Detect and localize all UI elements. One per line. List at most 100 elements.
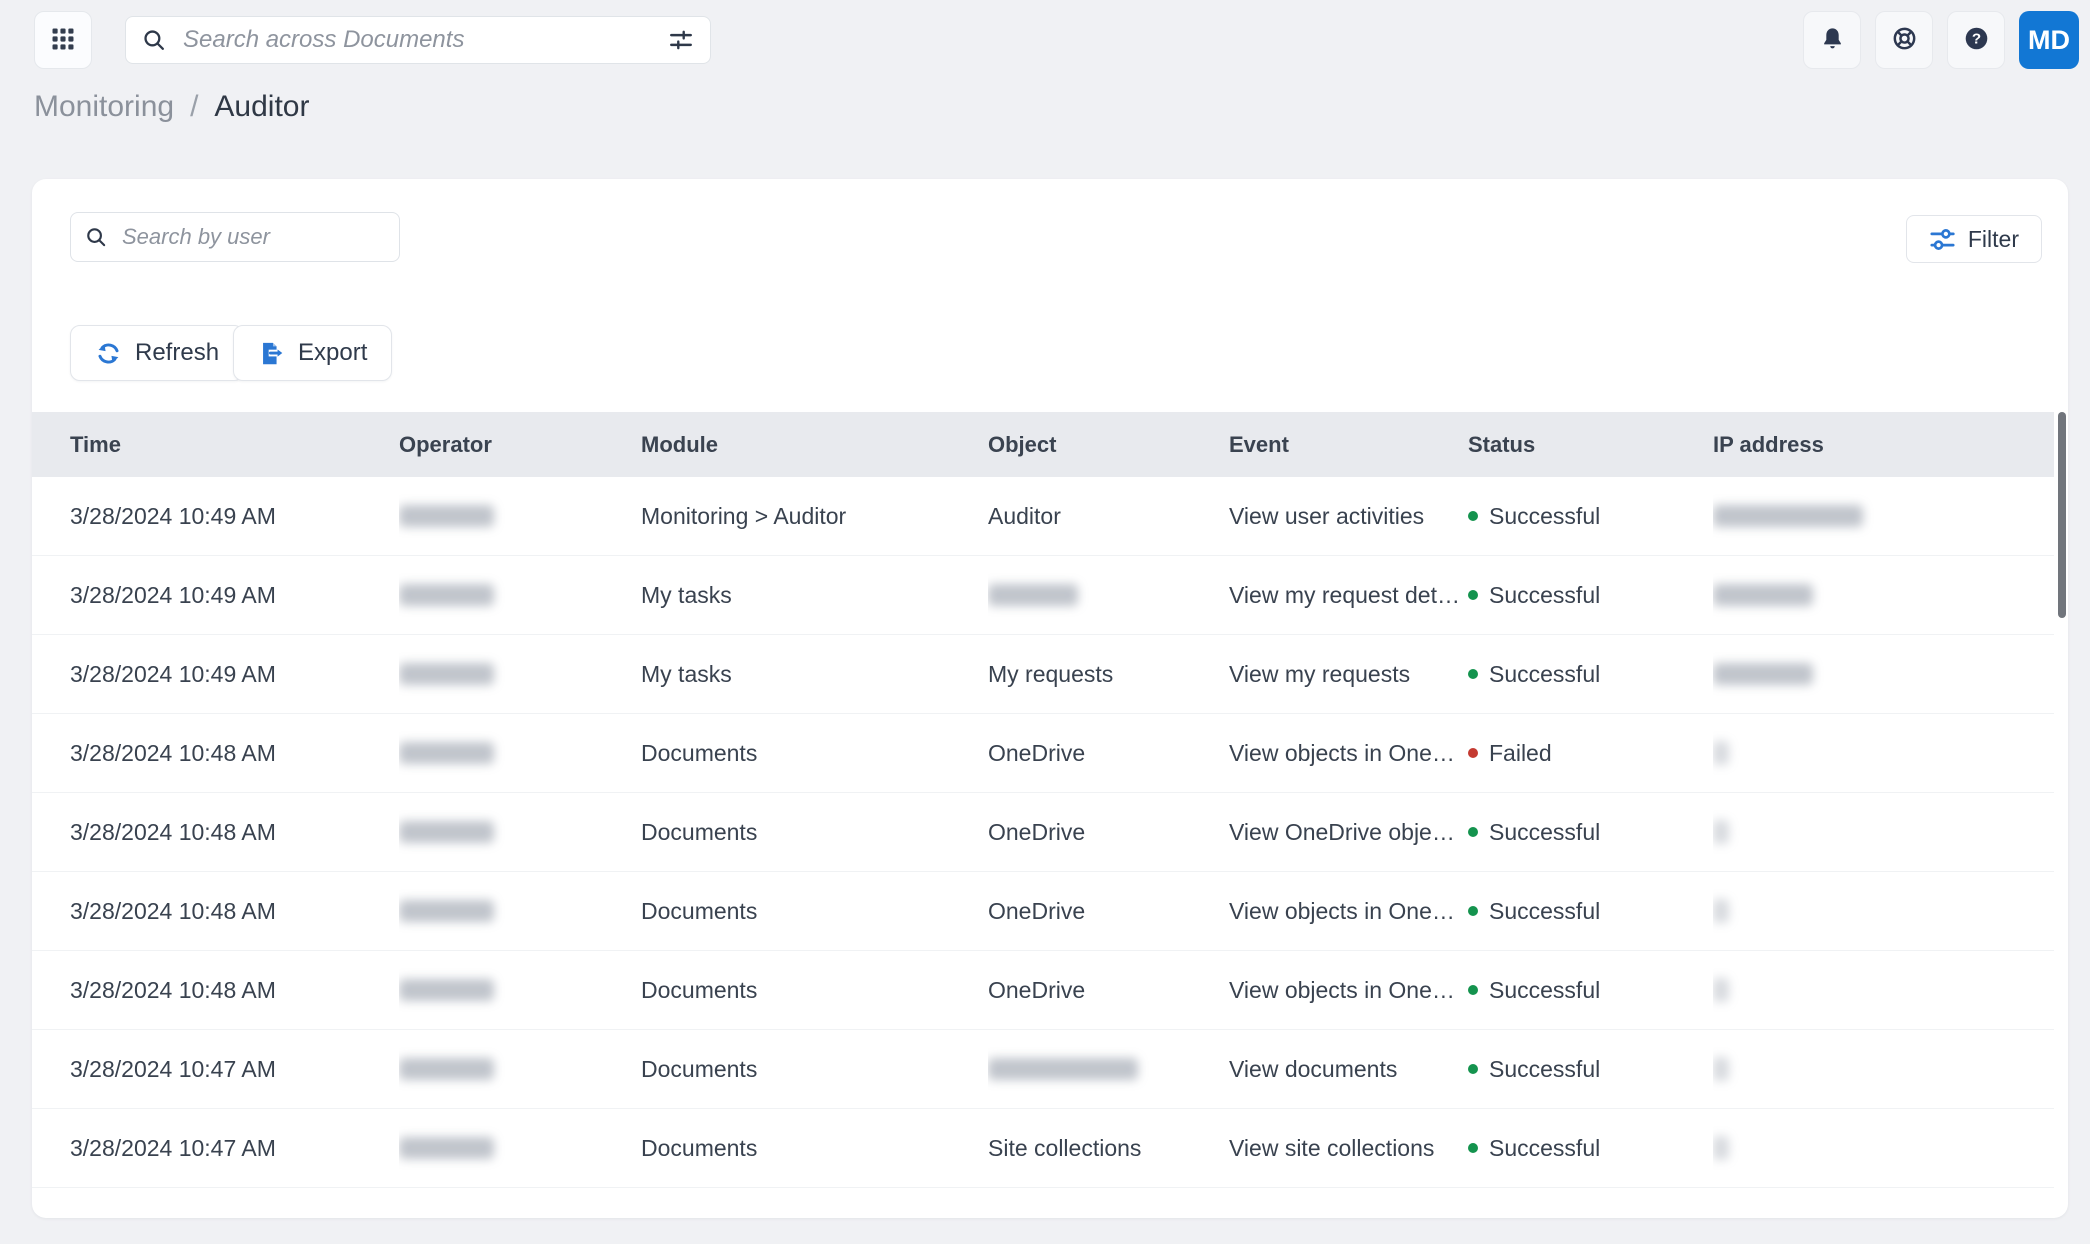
status-label: Successful	[1489, 1134, 1601, 1161]
search-icon	[85, 226, 108, 249]
export-button[interactable]: Export	[233, 325, 393, 381]
global-search	[125, 16, 711, 64]
redacted-text	[1713, 1057, 1729, 1081]
cell-module: Documents	[641, 739, 758, 766]
status-dot	[1468, 511, 1478, 521]
user-search	[70, 212, 400, 262]
table-row: 3/28/2024 10:49 AM My tasks My requests Vie…	[32, 635, 2054, 714]
cell-object: OneDrive	[988, 976, 1086, 1003]
lifebuoy-icon	[1891, 25, 1918, 55]
status-label: Successful	[1489, 502, 1601, 529]
auditor-card: Filter Refresh Export	[32, 179, 2068, 1218]
column-header-operator: Operator	[399, 431, 492, 457]
grid-icon	[49, 25, 77, 56]
status-dot	[1468, 590, 1478, 600]
status-label: Successful	[1489, 581, 1601, 608]
cell-object	[988, 556, 1219, 634]
redacted-text	[1713, 978, 1729, 1002]
status-dot	[1468, 1143, 1478, 1153]
cell-event: View user activities	[1229, 502, 1425, 529]
table-body: 3/28/2024 10:49 AM Monitoring > Auditor Au…	[32, 477, 2068, 1188]
status-label: Successful	[1489, 897, 1601, 924]
cell-event: View OneDrive obje…	[1229, 818, 1455, 845]
cell-event: View my requests	[1229, 660, 1411, 687]
redacted-text	[399, 900, 494, 922]
status-label: Successful	[1489, 818, 1601, 845]
cell-operator	[399, 1030, 631, 1108]
cell-event: View objects in One…	[1229, 897, 1455, 924]
cell-time: 3/28/2024 10:49 AM	[70, 660, 276, 687]
column-header-time: Time	[70, 431, 121, 457]
cell-ip	[1713, 872, 2053, 950]
cell-operator	[399, 951, 631, 1029]
export-icon	[258, 340, 285, 367]
cell-ip	[1713, 714, 2053, 792]
breadcrumb: Monitoring / Auditor	[34, 90, 309, 124]
audit-log-table: Time Operator Module Object Event Status IP ad…	[32, 412, 2068, 1188]
cell-module: My tasks	[641, 581, 732, 608]
table-scrollbar-thumb[interactable]	[2058, 412, 2066, 618]
cell-time: 3/28/2024 10:48 AM	[70, 897, 276, 924]
status-dot	[1468, 669, 1478, 679]
refresh-icon	[95, 340, 122, 367]
sliders-icon[interactable]	[668, 27, 694, 53]
export-label: Export	[298, 339, 368, 366]
bell-icon	[1819, 25, 1846, 55]
table-row: 3/28/2024 10:47 AM Documents Site collecti…	[32, 1109, 2054, 1188]
cell-object: OneDrive	[988, 739, 1086, 766]
redacted-text	[399, 584, 494, 606]
cell-time: 3/28/2024 10:49 AM	[70, 581, 276, 608]
cell-status: Successful	[1468, 1109, 1703, 1187]
redacted-text	[399, 821, 494, 843]
cell-status: Successful	[1468, 477, 1703, 555]
help-button[interactable]: ?	[1947, 11, 2005, 69]
status-label: Successful	[1489, 976, 1601, 1003]
cell-object: OneDrive	[988, 818, 1086, 845]
cell-operator	[399, 1109, 631, 1187]
page-title: Auditor	[214, 90, 310, 123]
breadcrumb-monitoring[interactable]: Monitoring	[34, 90, 174, 124]
cell-module: Documents	[641, 897, 758, 924]
global-search-input[interactable]	[181, 25, 668, 55]
filter-button[interactable]: Filter	[1905, 215, 2042, 263]
redacted-text	[399, 979, 494, 1001]
cell-time: 3/28/2024 10:47 AM	[70, 1134, 276, 1161]
cell-event: View documents	[1229, 1055, 1398, 1082]
cell-status: Successful	[1468, 872, 1703, 950]
filter-label: Filter	[1967, 225, 2019, 252]
cell-event: View objects in One…	[1229, 739, 1455, 766]
app-launcher-button[interactable]	[34, 11, 92, 69]
cell-module: Documents	[641, 818, 758, 845]
status-dot	[1468, 748, 1478, 758]
user-avatar[interactable]: MD	[2019, 11, 2079, 69]
question-icon: ?	[1963, 25, 1990, 55]
cell-ip	[1713, 1109, 2053, 1187]
refresh-button[interactable]: Refresh	[70, 325, 245, 381]
column-header-object: Object	[988, 431, 1057, 457]
cell-module: My tasks	[641, 660, 732, 687]
column-header-status: Status	[1468, 431, 1536, 457]
column-header-event: Event	[1229, 431, 1289, 457]
cell-status: Successful	[1468, 1030, 1703, 1108]
cell-object: Site collections	[988, 1134, 1142, 1161]
cell-operator	[399, 556, 631, 634]
cell-status: Successful	[1468, 556, 1703, 634]
cell-object: My requests	[988, 660, 1114, 687]
user-search-input[interactable]	[120, 223, 385, 251]
column-header-module: Module	[641, 431, 718, 457]
status-dot	[1468, 1064, 1478, 1074]
status-dot	[1468, 985, 1478, 995]
redacted-text	[399, 663, 494, 685]
cell-module: Documents	[641, 1055, 758, 1082]
notifications-button[interactable]	[1803, 11, 1861, 69]
cell-operator	[399, 477, 631, 555]
redacted-text	[1713, 663, 1813, 685]
redacted-text	[399, 742, 494, 764]
status-dot	[1468, 906, 1478, 916]
cell-event: View site collections	[1229, 1134, 1435, 1161]
status-label: Successful	[1489, 1055, 1601, 1082]
redacted-text	[1713, 584, 1813, 606]
cell-event: View my request det…	[1229, 581, 1458, 608]
support-button[interactable]	[1875, 11, 1933, 69]
cell-operator	[399, 872, 631, 950]
